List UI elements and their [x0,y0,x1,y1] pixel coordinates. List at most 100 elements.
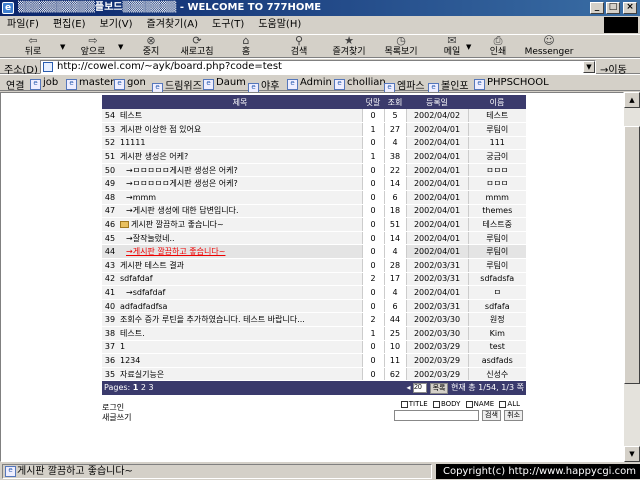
per-page-input[interactable] [413,382,428,393]
option-title[interactable]: TITLE [401,400,428,408]
scroll-down-button[interactable]: ▼ [624,446,640,462]
search-cancel-button[interactable]: 취소 [504,410,524,422]
row-subject[interactable]: →잘작눌렀네.. [118,231,362,246]
table-row[interactable]: 37 1 0 10 2002/03/29 test [102,340,526,355]
menu-tools[interactable]: 도구(T) [205,16,251,34]
option-all[interactable]: ALL [499,400,520,408]
mail-button[interactable]: ✉ 메일 [440,35,464,59]
row-subject-text[interactable]: 테스트. [120,329,145,338]
row-subject[interactable]: 1234 [118,353,362,368]
row-subject-text[interactable]: →sdfafdaf [126,288,165,297]
link-admin[interactable]: Admin [287,77,332,90]
per-page-button[interactable]: 목록 [429,383,449,395]
row-subject-text[interactable]: 자료실기능은 [120,370,164,379]
table-row[interactable]: 35 자료실기능은 0 62 2002/03/29 신성수 [102,367,526,382]
forward-button[interactable]: ⇨ 앞으로 [74,35,112,59]
prev-arrow-icon[interactable]: ◂ [406,383,410,392]
row-subject-text[interactable]: →잘작눌렀네.. [126,234,175,243]
table-row[interactable]: 36 1234 0 11 2002/03/29 asdfads [102,353,526,368]
table-row[interactable]: 54 테스트 0 5 2002/04/02 테스트 [102,109,526,124]
row-subject[interactable]: →ㅁㅁㅁㅁㅁ게시판 생성은 어케? [118,163,362,178]
table-row[interactable]: 50 →ㅁㅁㅁㅁㅁ게시판 생성은 어케? 0 22 2002/04/01 ㅁㅁㅁ [102,163,526,178]
menu-favorites[interactable]: 즐겨찾기(A) [140,16,205,34]
menu-view[interactable]: 보기(V) [93,16,140,34]
row-subject[interactable]: 게시판 깔끔하고 좋습니다~ [118,217,362,232]
link-phpschool[interactable]: PHPSCHOOL [474,77,549,90]
link-daum[interactable]: Daum [203,77,246,90]
row-subject-text[interactable]: adfadfadfsa [120,302,167,311]
table-row[interactable]: 40 adfadfadfsa 0 6 2002/03/31 sdfafa [102,299,526,314]
page-link-3[interactable]: 3 [149,383,154,392]
row-subject[interactable]: →ㅁㅁㅁㅁㅁ게시판 생성은 어케? [118,176,362,192]
row-subject[interactable]: sdfafdaf [118,272,362,287]
print-button[interactable]: ⎙ 인쇄 [486,35,510,59]
row-subject-text[interactable]: →mmm [126,193,156,202]
scroll-thumb[interactable] [624,126,640,384]
maximize-button[interactable]: □ [606,2,620,14]
menu-help[interactable]: 도움말(H) [251,16,308,34]
row-subject[interactable]: 조회수 증가 루틴을 추가하였습니다. 테스트 바랍니다... [118,312,362,327]
option-name[interactable]: NAME [466,400,495,408]
write-link[interactable]: 새글쓰기 [102,413,131,423]
row-subject[interactable]: adfadfadfsa [118,299,362,314]
mail-dropdown-icon[interactable]: ▼ [466,43,471,51]
back-dropdown-icon[interactable]: ▼ [60,43,65,51]
menu-edit[interactable]: 편집(E) [46,16,93,34]
row-subject-text[interactable]: sdfafdaf [120,274,153,283]
row-subject[interactable]: 테스트. [118,326,362,341]
table-row[interactable]: 53 게시판 이상한 점 있어요 1 27 2002/04/01 루팀이 [102,122,526,137]
table-row[interactable]: 46 게시판 깔끔하고 좋습니다~ 0 51 2002/04/01 테스트중 [102,217,526,232]
messenger-button[interactable]: ☺ Messenger [524,35,574,59]
link-job[interactable]: job [30,77,58,90]
table-row[interactable]: 49 →ㅁㅁㅁㅁㅁ게시판 생성은 어케? 0 14 2002/04/01 ㅁㅁㅁ [102,176,526,192]
row-subject-text[interactable]: 1 [120,342,125,351]
row-subject-text[interactable]: →게시판 깔끔하고 좋습니다~ [126,247,225,256]
page-link-1[interactable]: 1 [133,383,139,392]
address-dropdown-button[interactable]: ▼ [583,61,595,73]
row-subject-text[interactable]: 조회수 증가 루틴을 추가하였습니다. 테스트 바랍니다... [120,315,305,324]
link-master[interactable]: master [66,77,114,90]
refresh-button[interactable]: ⟳ 새로고침 [176,35,218,59]
table-row[interactable]: 45 →잘작눌렀네.. 0 14 2002/04/01 루팀이 [102,231,526,246]
address-input[interactable]: http://cowel.com/~ayk/board.php?code=tes… [40,60,596,74]
row-subject-text[interactable]: →ㅁㅁㅁㅁㅁ게시판 생성은 어케? [126,166,238,175]
row-subject[interactable]: 게시판 테스트 결과 [118,258,362,273]
table-row[interactable]: 44 →게시판 깔끔하고 좋습니다~ 0 4 2002/04/01 루팀이 [102,244,526,260]
scroll-up-button[interactable]: ▲ [624,92,640,108]
row-subject-text[interactable]: 게시판 깔끔하고 좋습니다~ [131,220,224,229]
table-row[interactable]: 48 →mmm 0 6 2002/04/01 mmm [102,190,526,205]
row-subject[interactable]: 11111 [118,136,362,151]
page-link-2[interactable]: 2 [141,383,146,392]
link-gon[interactable]: gon [114,77,146,90]
row-subject[interactable]: →sdfafdaf [118,285,362,300]
close-button[interactable]: × [623,2,637,14]
forward-dropdown-icon[interactable]: ▼ [118,43,123,51]
minimize-button[interactable]: _ [590,2,604,14]
row-subject[interactable]: →게시판 생성에 대한 답변입니다. [118,204,362,219]
login-link[interactable]: 로그인 [102,403,131,413]
table-row[interactable]: 39 조회수 증가 루틴을 추가하였습니다. 테스트 바랍니다... 2 44 2002… [102,312,526,327]
option-body[interactable]: BODY [433,400,460,408]
table-row[interactable]: 42 sdfafdaf 2 17 2002/03/31 sdfadsfa [102,272,526,287]
row-subject-text[interactable]: 게시판 이상한 점 있어요 [120,125,201,134]
table-row[interactable]: 47 →게시판 생성에 대한 답변입니다. 0 18 2002/04/01 themes [102,204,526,219]
back-button[interactable]: ⇦ 뒤로 [18,35,48,59]
row-subject-text[interactable]: →게시판 생성에 대한 답변입니다. [126,206,239,215]
vertical-scrollbar[interactable]: ▲ ▼ [624,92,640,462]
table-row[interactable]: 41 →sdfafdaf 0 4 2002/04/01 ㅁ [102,285,526,300]
row-subject[interactable]: 게시판 이상한 점 있어요 [118,122,362,137]
row-subject[interactable]: →게시판 깔끔하고 좋습니다~ [118,244,362,260]
row-subject[interactable]: 자료실기능은 [118,367,362,382]
row-subject[interactable]: 테스트 [118,109,362,124]
row-subject-text[interactable]: 게시판 테스트 결과 [120,261,184,270]
row-subject[interactable]: 게시판 생성은 어케? [118,149,362,164]
row-subject-text[interactable]: →ㅁㅁㅁㅁㅁ게시판 생성은 어케? [126,179,238,188]
row-subject-text[interactable]: 11111 [120,138,145,147]
table-row[interactable]: 43 게시판 테스트 결과 0 28 2002/03/31 루팀이 [102,258,526,273]
row-subject-text[interactable]: 1234 [120,356,140,365]
link-chollian[interactable]: chollian [334,77,386,90]
row-subject[interactable]: 1 [118,340,362,355]
menu-file[interactable]: 파일(F) [0,16,46,34]
history-button[interactable]: ◷ 목록보기 [380,35,422,59]
table-row[interactable]: 38 테스트. 1 25 2002/03/30 Kim [102,326,526,341]
